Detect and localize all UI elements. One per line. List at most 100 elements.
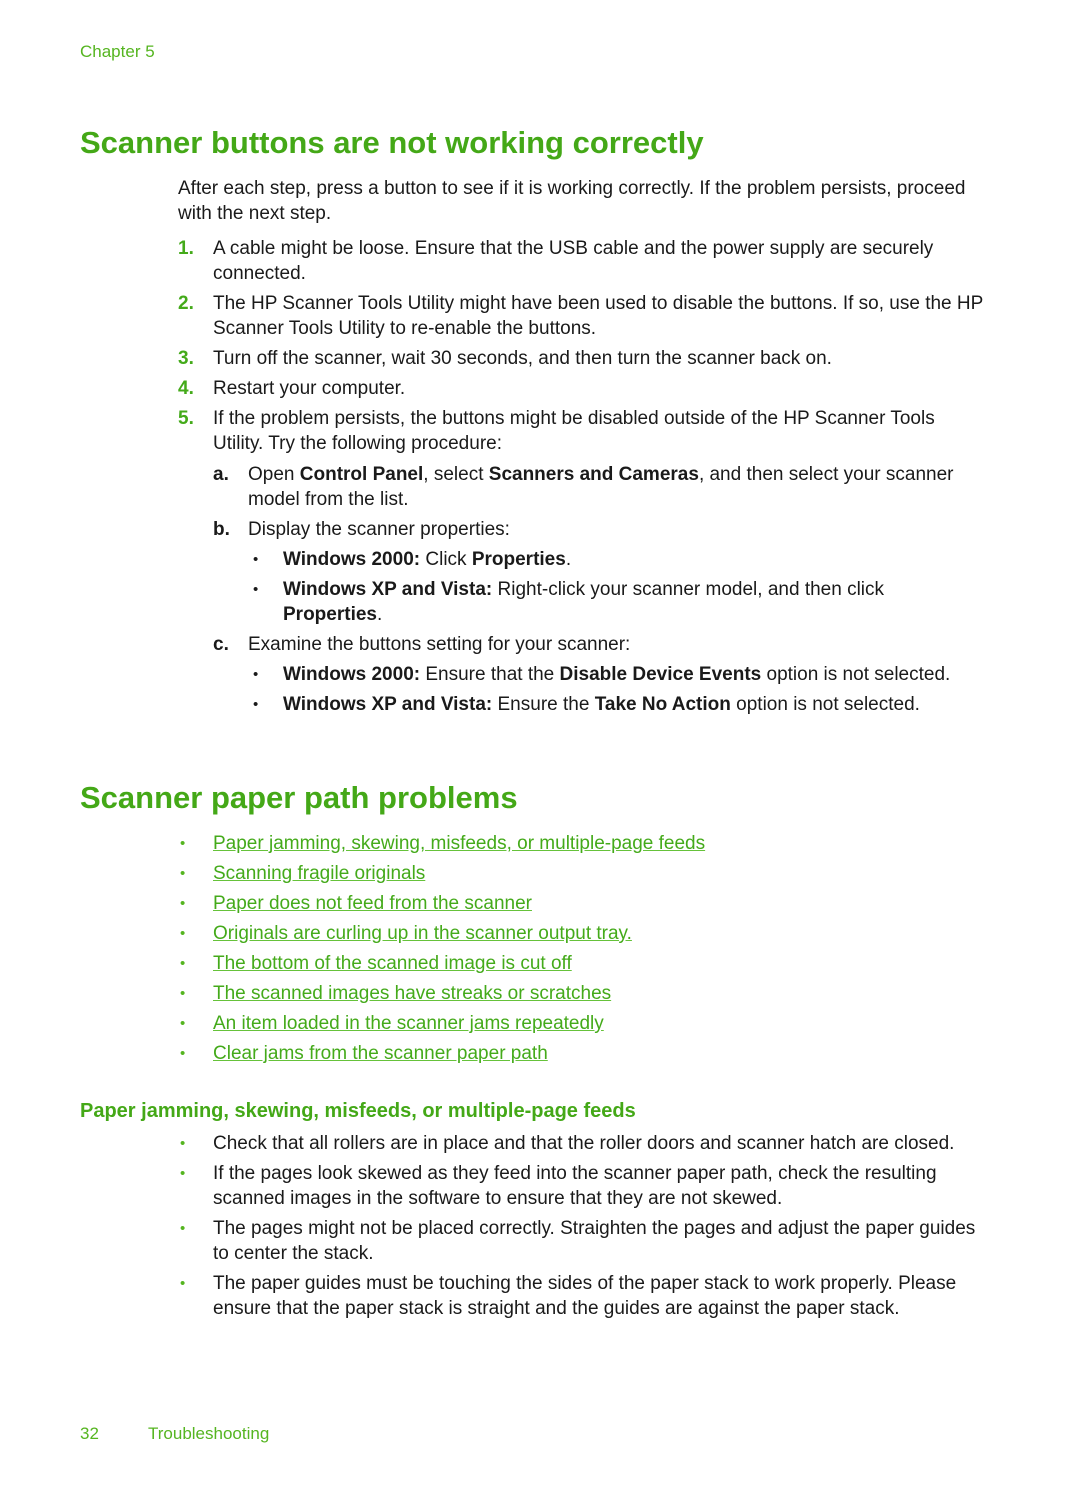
- step-item: 5. If the problem persists, the buttons m…: [178, 406, 988, 456]
- substep-text: Display the scanner properties:: [248, 519, 510, 540]
- link-originals-curling[interactable]: Originals are curling up in the scanner …: [213, 923, 632, 944]
- link-jams-repeatedly[interactable]: An item loaded in the scanner jams repea…: [213, 1013, 604, 1034]
- step-number: 5.: [178, 408, 194, 429]
- text: Right-click your scanner model, and then…: [492, 579, 885, 600]
- ui-term: Disable Device Events: [559, 664, 762, 685]
- bullet-icon: •: [180, 1275, 186, 1292]
- bullet-icon: •: [180, 1015, 186, 1032]
- os-label: Windows XP and Vista:: [283, 694, 493, 715]
- text: option is not selected.: [730, 694, 920, 715]
- link-item: • Originals are curling up in the scanner…: [178, 921, 978, 946]
- tip-text: Check that all rollers are in place and …: [213, 1133, 955, 1154]
- os-label: Windows 2000:: [283, 664, 421, 685]
- lettered-substeps: a. Open Control Panel, select Scanners a…: [213, 462, 988, 722]
- text: , select: [423, 464, 489, 485]
- substep-b: b. Display the scanner properties: • Wind…: [213, 517, 988, 627]
- link-item: • Clear jams from the scanner paper path: [178, 1041, 978, 1066]
- tip-item: • The pages might not be placed correctly…: [178, 1216, 988, 1266]
- link-fragile-originals[interactable]: Scanning fragile originals: [213, 863, 425, 884]
- step-text: If the problem persists, the buttons mig…: [213, 408, 935, 454]
- bullet-item: • Windows 2000: Ensure that the Disable D…: [248, 662, 988, 687]
- bullet-icon: •: [180, 925, 186, 942]
- substep-text: Examine the buttons setting for your sca…: [248, 634, 631, 655]
- bullet-icon: •: [253, 666, 259, 683]
- text: Click: [420, 549, 472, 570]
- ui-term: Properties: [283, 604, 377, 625]
- substep-letter: a.: [213, 464, 229, 485]
- tip-text: The pages might not be placed correctly.…: [213, 1218, 976, 1264]
- tip-text: If the pages look skewed as they feed in…: [213, 1163, 937, 1209]
- text: Ensure the: [492, 694, 595, 715]
- ui-term: Properties: [471, 549, 566, 570]
- bullet-icon: •: [180, 1220, 186, 1237]
- link-item: • Paper does not feed from the scanner: [178, 891, 978, 916]
- subsection-title-paper-jamming: Paper jamming, skewing, misfeeds, or mul…: [80, 1100, 636, 1122]
- step-text: Turn off the scanner, wait 30 seconds, a…: [213, 348, 832, 369]
- text: .: [565, 549, 572, 570]
- link-image-cut-off[interactable]: The bottom of the scanned image is cut o…: [213, 953, 572, 974]
- bullet-icon: •: [253, 581, 259, 598]
- bullet-item: • Windows XP and Vista: Ensure the Take N…: [248, 692, 988, 717]
- bullet-icon: •: [180, 985, 186, 1002]
- substep-letter: b.: [213, 519, 230, 540]
- link-paper-jamming[interactable]: Paper jamming, skewing, misfeeds, or mul…: [213, 833, 705, 854]
- os-bullets: • Windows 2000: Click Properties. • Window…: [248, 547, 988, 627]
- step-item: 2. The HP Scanner Tools Utility might hav…: [178, 291, 988, 341]
- bullet-item: • Windows XP and Vista: Right-click your …: [248, 577, 988, 627]
- bullet-icon: •: [180, 1135, 186, 1152]
- text: Open: [248, 464, 300, 485]
- intro-paragraph: After each step, press a button to see i…: [178, 178, 966, 224]
- link-item: • Paper jamming, skewing, misfeeds, or mu…: [178, 831, 978, 856]
- link-item: • The scanned images have streaks or scra…: [178, 981, 978, 1006]
- substep-a: a. Open Control Panel, select Scanners a…: [213, 462, 988, 512]
- link-item: • Scanning fragile originals: [178, 861, 978, 886]
- text: option is not selected.: [761, 664, 951, 685]
- link-streaks-scratches[interactable]: The scanned images have streaks or scrat…: [213, 983, 611, 1004]
- bullet-icon: •: [180, 895, 186, 912]
- text: .: [376, 604, 383, 625]
- os-bullets: • Windows 2000: Ensure that the Disable D…: [248, 662, 988, 717]
- bullet-icon: •: [253, 696, 259, 713]
- step-number: 3.: [178, 348, 194, 369]
- topic-links: • Paper jamming, skewing, misfeeds, or mu…: [178, 831, 978, 1071]
- bullet-icon: •: [180, 955, 186, 972]
- chapter-label: Chapter 5: [80, 42, 155, 61]
- tip-item: • If the pages look skewed as they feed i…: [178, 1161, 988, 1211]
- ui-term: Take No Action: [594, 694, 731, 715]
- step-text: Restart your computer.: [213, 378, 406, 399]
- bullet-icon: •: [180, 1165, 186, 1182]
- step-text: A cable might be loose. Ensure that the …: [213, 238, 934, 284]
- bullet-item: • Windows 2000: Click Properties.: [248, 547, 988, 572]
- ui-term-control-panel: Control Panel: [299, 464, 424, 485]
- section-title-scanner-buttons: Scanner buttons are not working correctl…: [80, 125, 704, 160]
- tip-text: The paper guides must be touching the si…: [213, 1273, 957, 1319]
- step-number: 4.: [178, 378, 194, 399]
- numbered-steps: 1. A cable might be loose. Ensure that th…: [178, 236, 988, 461]
- substep-letter: c.: [213, 634, 229, 655]
- step-item: 1. A cable might be loose. Ensure that th…: [178, 236, 988, 286]
- step-number: 1.: [178, 238, 194, 259]
- os-label: Windows 2000:: [283, 549, 421, 570]
- footer-section-name: Troubleshooting: [148, 1424, 270, 1443]
- bullet-icon: •: [180, 835, 186, 852]
- bullet-icon: •: [180, 1045, 186, 1062]
- link-paper-not-feed[interactable]: Paper does not feed from the scanner: [213, 893, 532, 914]
- os-label: Windows XP and Vista:: [283, 579, 493, 600]
- tip-item: • The paper guides must be touching the s…: [178, 1271, 988, 1321]
- step-item: 3. Turn off the scanner, wait 30 seconds,…: [178, 346, 988, 371]
- step-number: 2.: [178, 293, 194, 314]
- link-item: • An item loaded in the scanner jams repe…: [178, 1011, 978, 1036]
- section-title-paper-path: Scanner paper path problems: [80, 780, 518, 815]
- text: Ensure that the: [420, 664, 560, 685]
- step-item: 4. Restart your computer.: [178, 376, 988, 401]
- ui-term-scanners-and-cameras: Scanners and Cameras: [488, 464, 699, 485]
- bullet-icon: •: [180, 865, 186, 882]
- bullet-icon: •: [253, 551, 259, 568]
- link-item: • The bottom of the scanned image is cut …: [178, 951, 978, 976]
- tip-item: • Check that all rollers are in place and…: [178, 1131, 988, 1156]
- tips-list: • Check that all rollers are in place and…: [178, 1131, 988, 1326]
- link-clear-jams[interactable]: Clear jams from the scanner paper path: [213, 1043, 548, 1064]
- step-text: The HP Scanner Tools Utility might have …: [213, 293, 983, 339]
- page-number: 32: [80, 1424, 99, 1443]
- substep-c: c. Examine the buttons setting for your …: [213, 632, 988, 717]
